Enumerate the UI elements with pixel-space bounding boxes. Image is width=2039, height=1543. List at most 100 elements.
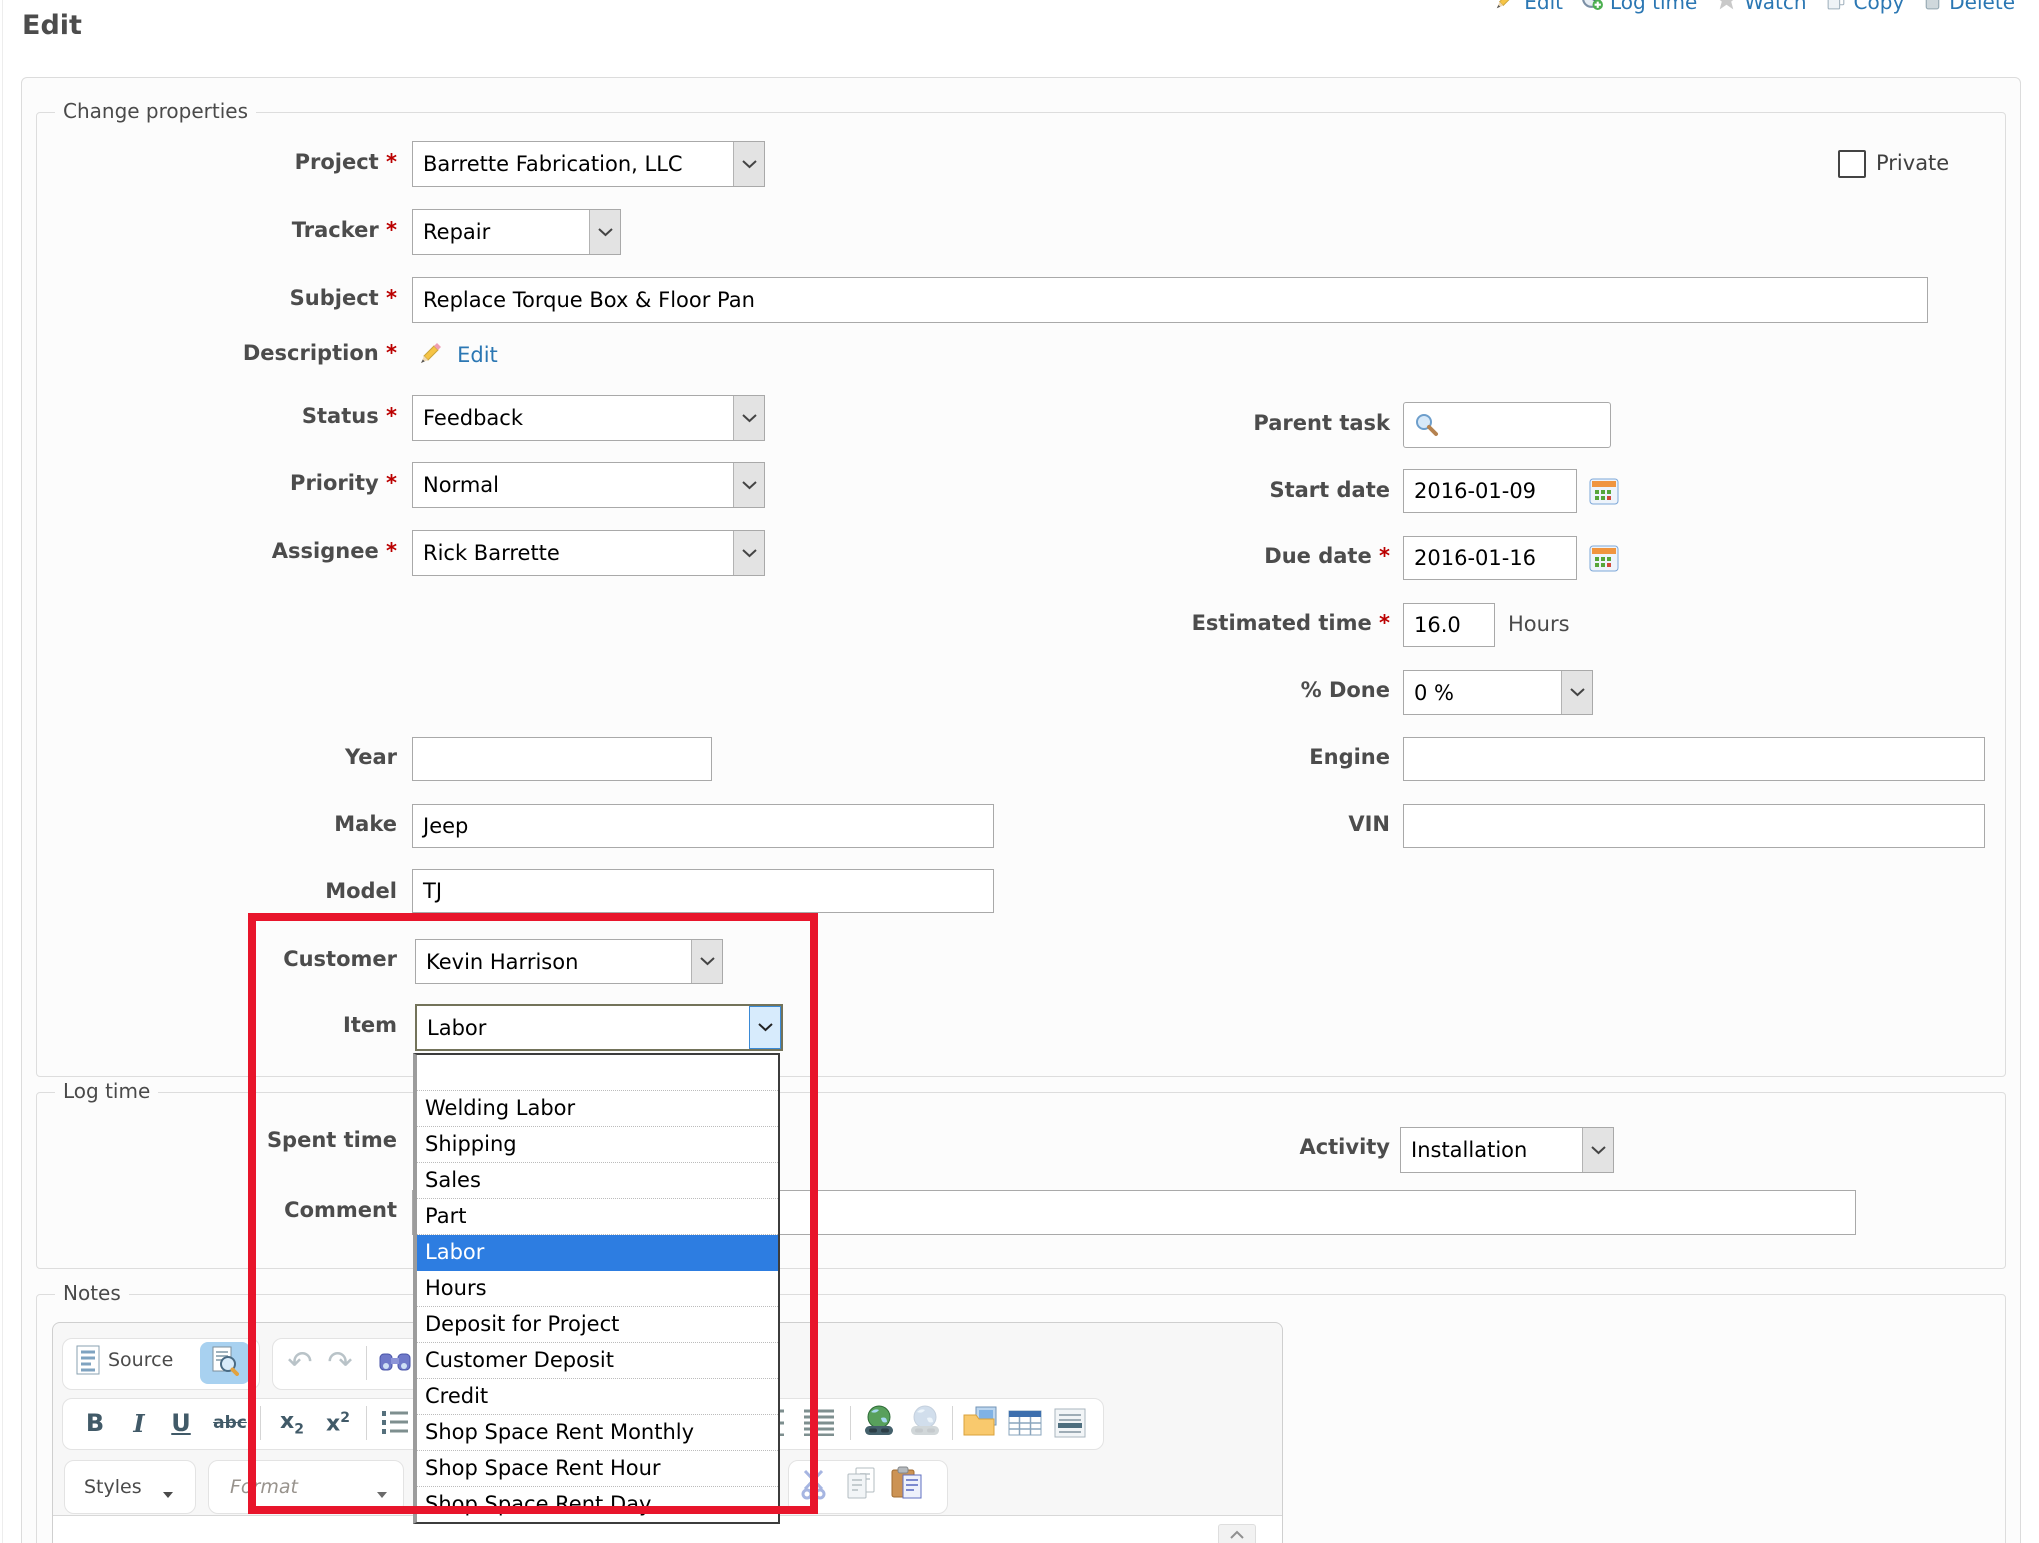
make-label: Make	[40, 812, 397, 836]
make-input[interactable]: Jeep	[412, 804, 994, 848]
item-option[interactable]: Deposit for Project	[417, 1307, 778, 1343]
watch-action[interactable]: Watch	[1715, 0, 1806, 16]
start-date-input[interactable]: 2016-01-09	[1403, 469, 1577, 513]
preview-button[interactable]	[200, 1342, 250, 1384]
description-label: Description *	[40, 341, 397, 365]
copy-button[interactable]	[844, 1466, 878, 1504]
chevron-down-icon	[733, 463, 764, 507]
item-option[interactable]: Shipping	[417, 1127, 778, 1163]
undo-icon: ↶	[287, 1345, 312, 1380]
item-select[interactable]: Labor	[415, 1004, 783, 1051]
delete-action[interactable]: Delete	[1922, 0, 2015, 16]
log-time-action[interactable]: Log time	[1581, 0, 1697, 16]
cut-button[interactable]	[798, 1468, 832, 1504]
project-select[interactable]: Barrette Fabrication, LLC	[412, 141, 765, 187]
customer-select[interactable]: Kevin Harrison	[415, 939, 723, 984]
superscript-button[interactable]: x2	[316, 1404, 360, 1442]
calendar-icon[interactable]	[1589, 477, 1619, 505]
item-value: Labor	[427, 1016, 486, 1040]
tracker-value: Repair	[423, 220, 490, 244]
item-option[interactable]: Customer Deposit	[417, 1343, 778, 1379]
year-input[interactable]	[412, 737, 712, 781]
engine-input[interactable]	[1403, 737, 1985, 781]
copy-action[interactable]: Copy	[1825, 0, 1905, 16]
item-option[interactable]: Part	[417, 1199, 778, 1235]
chevron-down-icon	[691, 940, 722, 983]
percent-done-select[interactable]: 0 %	[1403, 670, 1593, 715]
item-option[interactable]	[417, 1055, 778, 1091]
italic-button[interactable]: I	[120, 1404, 158, 1442]
item-dropdown-list: Welding Labor Shipping Sales Part Labor …	[413, 1053, 780, 1524]
page-title: Edit	[22, 10, 82, 41]
assignee-select[interactable]: Rick Barrette	[412, 530, 765, 576]
chevron-down-icon	[1561, 671, 1592, 714]
superscript-icon: x2	[326, 1410, 350, 1436]
image-button[interactable]	[962, 1406, 1000, 1442]
page-left-border	[2, 0, 3, 1543]
edit-action[interactable]: Edit	[1494, 0, 1563, 16]
source-button[interactable]: Source	[108, 1349, 173, 1371]
trash-icon	[1922, 0, 1943, 16]
status-select[interactable]: Feedback	[412, 395, 765, 441]
activity-select[interactable]: Installation	[1400, 1127, 1614, 1173]
link-button[interactable]	[860, 1404, 898, 1442]
underline-button[interactable]: U	[162, 1404, 200, 1442]
make-value: Jeep	[423, 814, 468, 838]
calendar-icon[interactable]	[1589, 544, 1619, 572]
item-option[interactable]: Welding Labor	[417, 1091, 778, 1127]
model-input[interactable]: TJ	[412, 869, 994, 913]
strikethrough-button[interactable]: abc	[206, 1404, 254, 1442]
vin-label: VIN	[1000, 812, 1390, 836]
scroll-up-button[interactable]	[1218, 1524, 1256, 1543]
bold-button[interactable]: B	[76, 1404, 114, 1442]
item-option[interactable]: Credit	[417, 1379, 778, 1415]
change-properties-legend: Change properties	[55, 99, 256, 123]
redo-button[interactable]: ↷	[322, 1340, 358, 1384]
clock-add-icon	[1581, 0, 1604, 16]
subject-input[interactable]: Replace Torque Box & Floor Pan	[412, 277, 1928, 323]
issue-edit-page: Edit Log time Watch Copy Delete Edit Cha…	[0, 0, 2039, 1543]
private-checkbox[interactable]	[1838, 150, 1866, 178]
priority-select[interactable]: Normal	[412, 462, 765, 508]
chevron-down-icon	[733, 396, 764, 440]
paste-button[interactable]	[890, 1466, 924, 1504]
vin-input[interactable]	[1403, 804, 1985, 848]
priority-value: Normal	[423, 473, 499, 497]
project-label: Project *	[40, 150, 397, 174]
due-date-input[interactable]: 2016-01-16	[1403, 536, 1577, 580]
watch-action-label: Watch	[1744, 0, 1806, 14]
horizontal-rule-button[interactable]	[1054, 1408, 1086, 1442]
table-button[interactable]	[1008, 1408, 1042, 1442]
bold-icon: B	[86, 1409, 104, 1437]
parent-task-input[interactable]	[1403, 402, 1611, 448]
numbered-list-button[interactable]	[380, 1408, 410, 1440]
strikethrough-icon: abc	[213, 1413, 247, 1433]
chevron-down-icon	[733, 531, 764, 575]
model-value: TJ	[423, 879, 442, 903]
chevron-down-icon	[749, 1006, 781, 1049]
item-option-selected[interactable]: Labor	[417, 1235, 778, 1271]
item-option[interactable]: Sales	[417, 1163, 778, 1199]
estimated-time-input[interactable]: 16.0	[1403, 603, 1495, 647]
item-option[interactable]: Shop Space Rent Monthly	[417, 1415, 778, 1451]
find-button[interactable]	[378, 1348, 412, 1378]
item-option[interactable]: Hours	[417, 1271, 778, 1307]
horizontal-rule-icon	[1054, 1408, 1086, 1442]
tracker-select[interactable]: Repair	[412, 209, 621, 255]
item-option[interactable]: Shop Space Rent Hour	[417, 1451, 778, 1487]
justify-button[interactable]	[802, 1408, 836, 1440]
unlink-button[interactable]	[906, 1404, 944, 1442]
subscript-button[interactable]: x2	[270, 1404, 314, 1442]
cut-icon	[798, 1468, 832, 1504]
toolbar-divider	[260, 1406, 261, 1440]
toolbar-divider	[366, 1346, 367, 1380]
parent-task-label: Parent task	[1000, 411, 1390, 435]
item-option[interactable]: Shop Space Rent Day	[417, 1487, 778, 1522]
description-edit-link[interactable]: Edit	[457, 343, 498, 367]
chevron-down-icon	[376, 1484, 388, 1503]
subject-label: Subject *	[40, 286, 397, 310]
copy-action-label: Copy	[1854, 0, 1905, 14]
redo-icon: ↷	[327, 1345, 352, 1380]
undo-button[interactable]: ↶	[282, 1340, 318, 1384]
subscript-icon: x2	[280, 1409, 304, 1437]
